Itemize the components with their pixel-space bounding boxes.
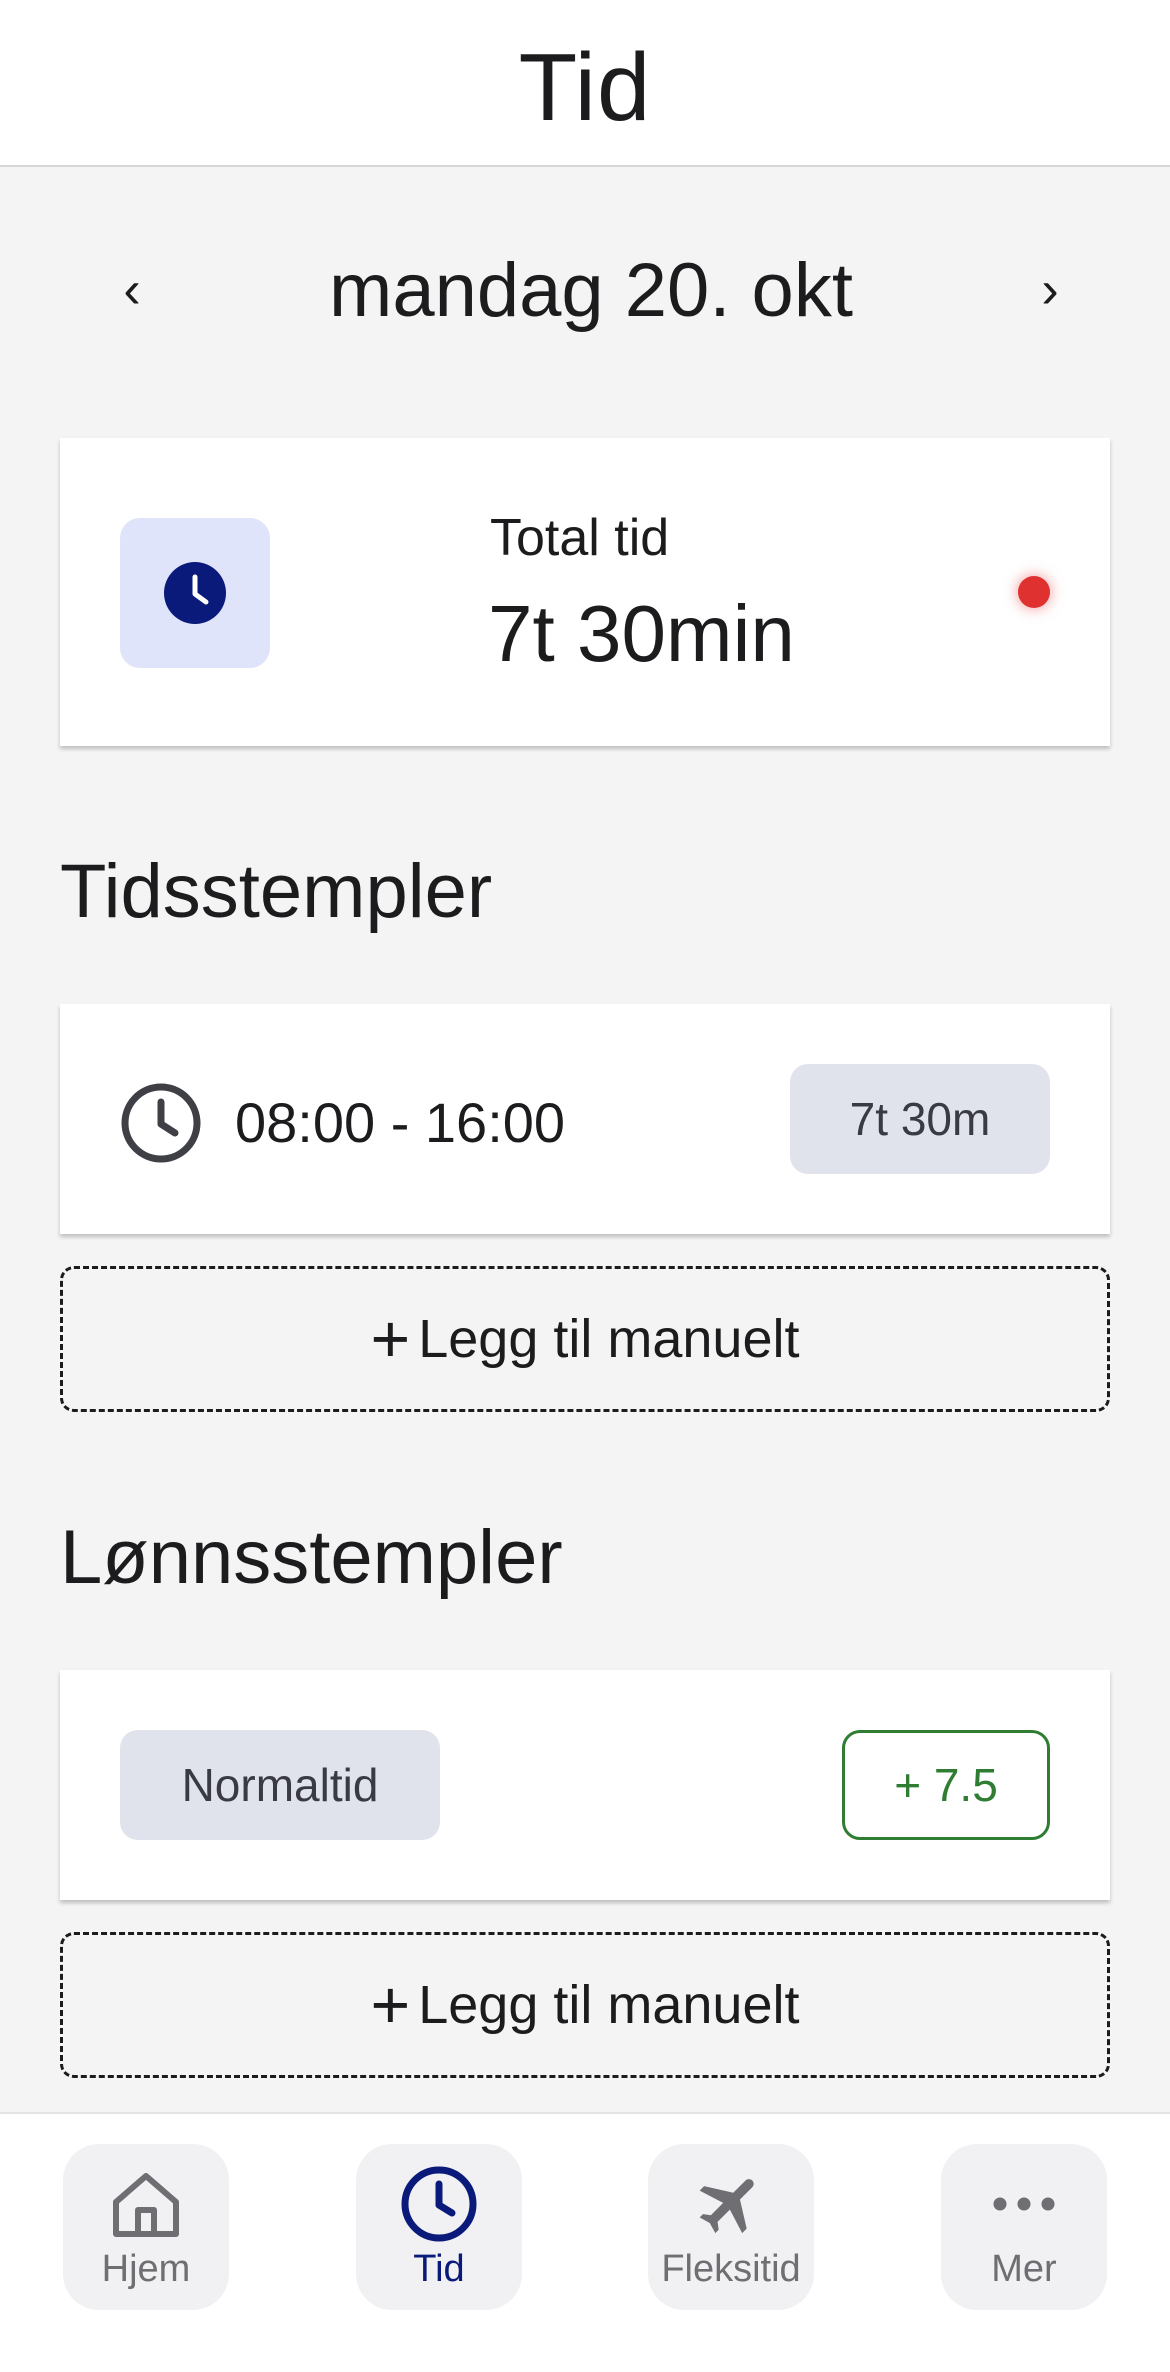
timestamp-duration-badge: 7t 30m bbox=[790, 1064, 1050, 1174]
plus-icon: + bbox=[370, 1301, 411, 1377]
page-title: Tid bbox=[518, 33, 652, 141]
payroll-hours-badge: + 7.5 bbox=[842, 1730, 1050, 1840]
airplane-icon bbox=[691, 2164, 771, 2244]
next-day-button[interactable]: › bbox=[1030, 260, 1070, 320]
total-time-label: Total tid bbox=[490, 509, 670, 567]
clock-icon bbox=[164, 562, 226, 624]
tab-flextime[interactable]: Fleksitid bbox=[648, 2144, 814, 2310]
home-icon bbox=[106, 2164, 186, 2244]
total-time-value: 7t 30min bbox=[488, 589, 795, 678]
bottom-tab-bar: Hjem Tid Fleksitid Mer bbox=[0, 2112, 1170, 2372]
tab-flextime-label: Fleksitid bbox=[661, 2248, 801, 2290]
app-header: Tid bbox=[0, 0, 1170, 167]
timestamp-entry[interactable]: 08:00 - 16:00 7t 30m bbox=[60, 1004, 1110, 1234]
recording-indicator bbox=[1018, 576, 1050, 608]
payroll-entry[interactable]: Normaltid + 7.5 bbox=[60, 1670, 1110, 1900]
timestamp-range: 08:00 - 16:00 bbox=[235, 1091, 566, 1154]
add-payroll-label: Legg til manuelt bbox=[418, 1975, 800, 2035]
tab-more[interactable]: Mer bbox=[941, 2144, 1107, 2310]
clock-outline-icon bbox=[121, 1083, 201, 1163]
tab-home-label: Hjem bbox=[101, 2248, 191, 2290]
tab-more-label: Mer bbox=[991, 2248, 1057, 2290]
add-timestamp-label: Legg til manuelt bbox=[418, 1309, 800, 1369]
more-icon bbox=[984, 2164, 1064, 2244]
clock-icon bbox=[399, 2164, 479, 2244]
previous-day-button[interactable]: ‹ bbox=[112, 260, 152, 320]
current-date: mandag 20. okt bbox=[329, 247, 853, 333]
payroll-section-title: Lønnsstempler bbox=[60, 1515, 563, 1600]
tab-home[interactable]: Hjem bbox=[63, 2144, 229, 2310]
clock-icon-box bbox=[120, 518, 270, 668]
tab-time[interactable]: Tid bbox=[356, 2144, 522, 2310]
timestamps-section-title: Tidsstempler bbox=[60, 849, 493, 934]
add-timestamp-button[interactable]: + Legg til manuelt bbox=[60, 1266, 1110, 1412]
total-time-card: Total tid 7t 30min bbox=[60, 438, 1110, 746]
tab-time-label: Tid bbox=[413, 2248, 465, 2290]
plus-icon: + bbox=[370, 1967, 411, 2043]
date-navigator: ‹ mandag 20. okt › bbox=[0, 230, 1170, 350]
payroll-type-badge: Normaltid bbox=[120, 1730, 440, 1840]
add-payroll-button[interactable]: + Legg til manuelt bbox=[60, 1932, 1110, 2078]
